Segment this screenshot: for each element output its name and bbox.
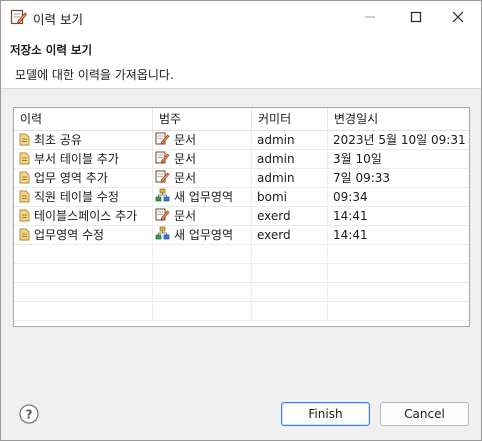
column-header-date[interactable]: 변경일시 <box>328 108 469 131</box>
cell-date: 14:41 <box>333 209 368 223</box>
cell-committer: admin <box>252 150 328 169</box>
table-row[interactable] <box>14 302 469 321</box>
cell-empty <box>153 302 252 321</box>
history-dialog: 이력 보기 저장소 이력 보기 모델에 대한 이력을 가져옵니다. 이력 범주 … <box>0 0 482 441</box>
category-label: 문서 <box>174 152 197 166</box>
table-row[interactable]: 부서 테이블 추가 문서 admin 3월 10일 <box>14 150 469 169</box>
table-row[interactable] <box>14 245 469 264</box>
table-header: 이력 범주 커미터 변경일시 <box>14 108 469 131</box>
table-row[interactable]: 업무영역 수정 새 업무영역 exerd 14:41 <box>14 226 469 245</box>
help-icon[interactable]: ? <box>19 404 39 424</box>
column-header-history[interactable]: 이력 <box>14 108 153 131</box>
cell-empty <box>153 245 252 264</box>
column-header-committer[interactable]: 커미터 <box>252 108 328 131</box>
cell-category: 문서 <box>153 131 252 150</box>
cell-history: 업무 영역 추가 <box>14 169 153 188</box>
cell-empty <box>14 245 153 264</box>
minimize-button[interactable] <box>347 1 393 33</box>
cell-category: 새 업무영역 <box>153 188 252 207</box>
document-edit-icon <box>155 170 174 185</box>
cancel-button[interactable]: Cancel <box>380 402 469 426</box>
history-doc-icon <box>19 190 30 203</box>
cell-empty <box>252 245 328 264</box>
history-doc-icon <box>19 133 30 146</box>
finish-button[interactable]: Finish <box>281 402 370 426</box>
title-bar: 이력 보기 <box>1 1 481 33</box>
cell-history: 부서 테이블 추가 <box>14 150 153 169</box>
cell-empty <box>153 283 252 302</box>
category-label: 문서 <box>174 209 197 223</box>
table-row[interactable] <box>14 283 469 302</box>
table-row[interactable] <box>14 264 469 283</box>
close-button[interactable] <box>435 1 481 33</box>
category-label: 새 업무영역 <box>174 190 234 204</box>
history-doc-icon <box>19 228 30 241</box>
history-doc-icon <box>19 209 30 222</box>
close-icon <box>452 11 464 23</box>
cell-empty <box>14 264 153 283</box>
cell-date: 14:41 <box>333 228 368 242</box>
minimize-icon <box>365 16 375 18</box>
table-row[interactable]: 최초 공유 문서 admin 2023년 5월 10일 09:31 <box>14 131 469 150</box>
cell-empty <box>252 264 328 283</box>
dialog-header: 저장소 이력 보기 모델에 대한 이력을 가져옵니다. <box>1 33 481 89</box>
maximize-button[interactable] <box>393 1 439 33</box>
cell-empty <box>14 283 153 302</box>
cell-committer: bomi <box>252 188 328 207</box>
history-label: 부서 테이블 추가 <box>34 152 119 166</box>
cell-history: 업무영역 수정 <box>14 226 153 245</box>
cell-history: 최초 공유 <box>14 131 153 150</box>
cell-date: 3월 10일 <box>333 152 382 166</box>
header-message: 모델에 대한 이력을 가져옵니다. <box>15 68 174 82</box>
subject-area-icon <box>155 226 174 242</box>
category-label: 새 업무영역 <box>174 228 234 242</box>
table-row[interactable]: 직원 테이블 수정 새 업무영역 bomi 09:34 <box>14 188 469 207</box>
cell-empty <box>328 302 469 321</box>
window-title: 이력 보기 <box>33 12 83 27</box>
cell-category: 문서 <box>153 169 252 188</box>
cell-history: 직원 테이블 수정 <box>14 188 153 207</box>
history-label: 업무영역 수정 <box>34 228 105 242</box>
table-row[interactable]: 테이블스페이스 추가 문서 exerd 14:41 <box>14 207 469 226</box>
document-edit-icon <box>155 151 174 166</box>
header-title: 저장소 이력 보기 <box>10 43 93 57</box>
cell-history: 테이블스페이스 추가 <box>14 207 153 226</box>
cell-empty <box>252 283 328 302</box>
cell-category: 문서 <box>153 207 252 226</box>
cell-committer: exerd <box>252 207 328 226</box>
cell-date: 09:34 <box>333 190 368 204</box>
cell-date: 2023년 5월 10일 09:31 <box>333 133 466 147</box>
maximize-icon <box>410 11 422 23</box>
cell-committer: exerd <box>252 226 328 245</box>
category-label: 문서 <box>174 133 197 147</box>
history-doc-icon <box>19 152 30 165</box>
document-edit-icon <box>155 132 174 147</box>
history-table[interactable]: 이력 범주 커미터 변경일시 최초 공유 문서 admin 2023년 5월 10일 … <box>13 107 470 327</box>
cell-empty <box>328 245 469 264</box>
history-label: 테이블스페이스 추가 <box>34 209 138 223</box>
svg-text:?: ? <box>26 408 33 422</box>
cell-committer: admin <box>252 131 328 150</box>
cell-empty <box>252 302 328 321</box>
history-label: 직원 테이블 수정 <box>34 190 119 204</box>
subject-area-icon <box>155 188 174 204</box>
document-edit-icon <box>155 208 174 223</box>
history-edit-icon <box>10 9 28 25</box>
table-row[interactable]: 업무 영역 추가 문서 admin 7일 09:33 <box>14 169 469 188</box>
cell-empty <box>328 283 469 302</box>
column-header-category[interactable]: 범주 <box>153 108 252 131</box>
cell-category: 새 업무영역 <box>153 226 252 245</box>
history-label: 업무 영역 추가 <box>34 171 108 185</box>
history-label: 최초 공유 <box>34 133 82 147</box>
category-label: 문서 <box>174 171 197 185</box>
cell-committer: admin <box>252 169 328 188</box>
cell-date: 7일 09:33 <box>333 171 391 185</box>
cell-empty <box>328 264 469 283</box>
history-doc-icon <box>19 171 30 184</box>
cell-empty <box>153 264 252 283</box>
cell-category: 문서 <box>153 150 252 169</box>
cell-empty <box>14 302 153 321</box>
